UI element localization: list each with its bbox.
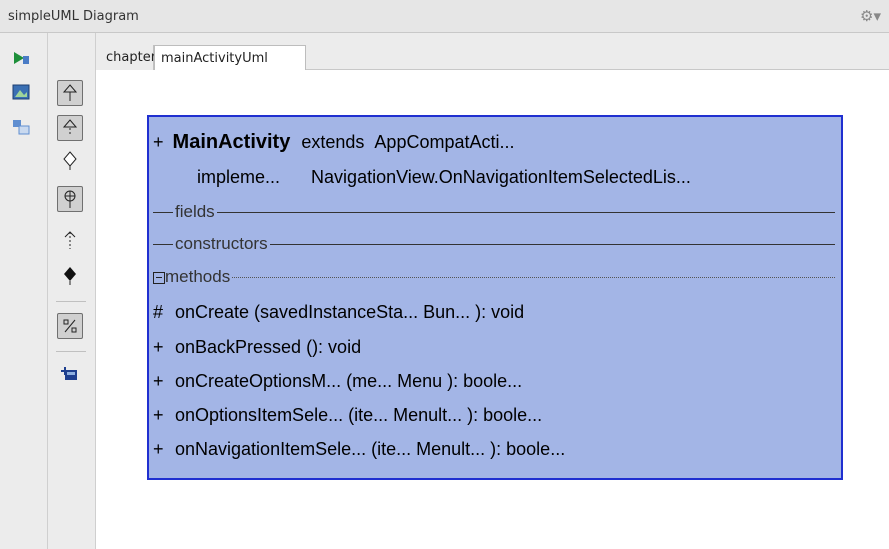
- tab-chapter-six[interactable]: chapter_six: [96, 45, 181, 70]
- implements-row: impleme... NavigationView.OnNavigationIt…: [197, 167, 691, 188]
- generalization-tool[interactable]: [57, 80, 83, 106]
- method-visibility: +: [153, 371, 164, 391]
- toolbar-separator: [56, 301, 86, 302]
- fields-section[interactable]: fields: [153, 202, 835, 222]
- method-row[interactable]: + onOptionsItemSele... (ite... Menult... …: [153, 405, 542, 426]
- method-signature: onOptionsItemSele... (ite... Menult... )…: [175, 405, 543, 425]
- title-bar: simpleUML Diagram ⚙▾: [0, 0, 889, 33]
- uml-class-box[interactable]: + MainActivity extends AppCompatActi... …: [147, 115, 843, 480]
- containment-tool[interactable]: [57, 186, 83, 212]
- generalization-arrow-icon: [63, 84, 77, 101]
- method-signature: onNavigationItemSele... (ite... Menult..…: [175, 439, 566, 459]
- window-title: simpleUML Diagram: [8, 9, 139, 24]
- methods-divider: [153, 277, 835, 278]
- constructors-section[interactable]: constructors: [153, 234, 835, 254]
- dependency-tool[interactable]: [57, 227, 83, 253]
- run-diagram-icon[interactable]: [12, 50, 30, 66]
- method-signature: onCreate (savedInstanceSta... Bun... ): …: [175, 302, 525, 322]
- implements-keyword: impleme...: [197, 167, 281, 187]
- fields-divider: [153, 212, 835, 213]
- methods-label: methods: [165, 267, 231, 286]
- method-signature: onBackPressed (): void: [175, 337, 362, 357]
- method-visibility: #: [153, 302, 164, 322]
- method-row[interactable]: + onBackPressed (): void: [153, 337, 361, 358]
- containment-icon: [64, 190, 76, 208]
- extends-class: AppCompatActi...: [374, 132, 515, 152]
- gear-icon[interactable]: ⚙▾: [860, 7, 881, 25]
- class-header-row: + MainActivity extends AppCompatActi...: [153, 131, 514, 154]
- collapse-icon[interactable]: [153, 271, 165, 284]
- class-visibility: +: [153, 132, 164, 152]
- method-row[interactable]: # onCreate (savedInstanceSta... Bun... ):…: [153, 302, 524, 323]
- dependency-arrow-icon: [64, 231, 76, 249]
- toolbar-separator: [56, 351, 86, 352]
- method-signature: onCreateOptionsM... (me... Menu ): boole…: [175, 371, 523, 391]
- realization-arrow-icon: [63, 119, 77, 136]
- composition-tool[interactable]: [57, 263, 83, 289]
- add-class-icon: [61, 367, 77, 380]
- method-row[interactable]: + onNavigationItemSele... (ite... Menult.…: [153, 439, 565, 460]
- class-name: MainActivity: [172, 131, 291, 153]
- layout-icon[interactable]: [12, 119, 30, 135]
- constructors-label: constructors: [173, 234, 270, 254]
- realization-tool[interactable]: [57, 115, 83, 141]
- composition-diamond-icon: [64, 267, 76, 285]
- add-class-tool[interactable]: [57, 361, 83, 387]
- method-visibility: +: [153, 337, 164, 357]
- method-visibility: +: [153, 439, 164, 459]
- export-image-icon[interactable]: [12, 84, 30, 100]
- tab-bar: chapter_six mainActivityUml: [96, 33, 889, 70]
- note-percent-icon: [63, 319, 77, 333]
- method-visibility: +: [153, 405, 164, 425]
- implements-interface: NavigationView.OnNavigationItemSelectedL…: [311, 167, 691, 187]
- extends-keyword: extends: [301, 132, 365, 152]
- methods-label-wrap: methods: [153, 267, 233, 287]
- left-icon-bar: [0, 33, 48, 549]
- aggregation-diamond-icon: [63, 151, 77, 170]
- fields-label: fields: [173, 202, 217, 222]
- aggregation-tool[interactable]: [57, 148, 83, 174]
- note-tool[interactable]: [57, 313, 83, 339]
- tab-main-activity-uml[interactable]: mainActivityUml: [154, 45, 306, 70]
- method-row[interactable]: + onCreateOptionsM... (me... Menu ): bool…: [153, 371, 522, 392]
- tool-palette: [48, 33, 96, 549]
- methods-section[interactable]: methods: [153, 267, 835, 287]
